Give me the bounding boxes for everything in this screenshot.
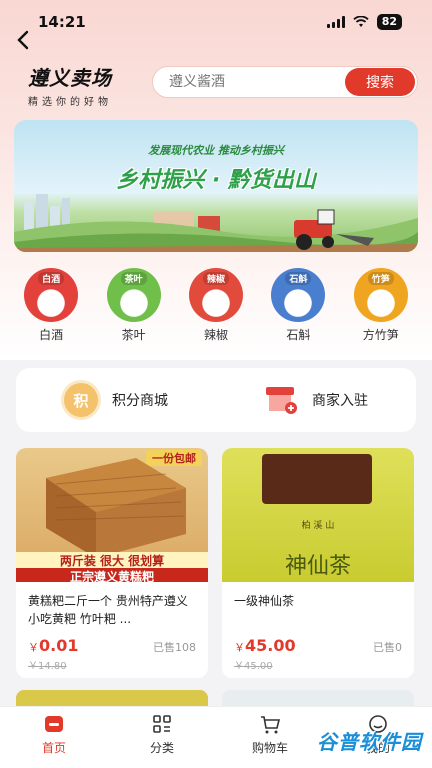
status-bar: 14:21 82 <box>0 0 432 44</box>
category-image: 白酒 <box>24 268 79 322</box>
category-item[interactable]: 茶叶 茶叶 <box>99 268 169 344</box>
category-item[interactable]: 竹笋 方竹笋 <box>346 268 416 344</box>
search-bar: 搜索 <box>152 66 418 98</box>
battery-indicator: 82 <box>376 14 402 30</box>
product-card[interactable]: 一份包邮 两斤装 很大 很划算 正宗遵义黄糕粑 黄糕粑二斤一个 贵州特产遵义小吃… <box>16 448 208 678</box>
image-caption-bottom: 正宗遵义黄糕粑 <box>16 568 208 582</box>
watermark-text: 谷普软件园 <box>317 730 422 754</box>
cart-icon <box>261 716 281 734</box>
quick-links-card: 积 积分商城 商家入驻 <box>16 368 416 432</box>
product-image-tea: 柏 溪 山 神仙茶 <box>222 448 414 582</box>
category-tag: 石斛 <box>285 272 312 285</box>
merchant-join-label: 商家入驻 <box>312 393 368 409</box>
category-label: 茶叶 <box>121 328 146 342</box>
banner-subtitle: 发展现代农业 推动乡村振兴 <box>148 144 284 157</box>
tab-cart-label: 购物车 <box>251 741 288 755</box>
grid-icon <box>153 715 171 733</box>
logo-title: 遵义卖场 <box>28 66 112 90</box>
search-button[interactable]: 搜索 <box>345 68 415 96</box>
wifi-icon <box>353 16 369 27</box>
category-tag: 辣椒 <box>202 272 229 285</box>
category-image: 茶叶 <box>106 268 161 322</box>
category-image: 石斛 <box>271 268 326 322</box>
chevron-left-icon <box>17 30 29 50</box>
banner-title: 乡村振兴 · 黔货出山 <box>116 168 316 193</box>
image-caption-mid: 两斤装 很大 很划算 <box>16 552 208 569</box>
tab-category[interactable]: 分类 <box>108 707 216 768</box>
sold-count: 已售0 <box>373 641 402 654</box>
category-label: 方竹笋 <box>362 328 399 342</box>
points-mall-link[interactable]: 积 积分商城 <box>16 383 216 417</box>
product-price: 45.00 <box>245 636 296 655</box>
signal-icon <box>326 16 345 28</box>
merchant-join-link[interactable]: 商家入驻 <box>216 385 416 415</box>
tab-home-label: 首页 <box>41 741 66 755</box>
points-icon: 积 <box>64 383 98 417</box>
category-image: 辣椒 <box>188 268 243 322</box>
image-product-name: 神仙茶 <box>284 554 351 579</box>
category-row: 白酒 白酒 茶叶 茶叶 辣椒 辣椒 石斛 石斛 竹笋 方竹笋 <box>0 268 432 344</box>
product-title: 黄糕粑二斤一个 贵州特产遵义小吃黄粑 竹叶粑 ... <box>28 594 188 626</box>
category-item[interactable]: 石斛 石斛 <box>263 268 333 344</box>
category-tag: 白酒 <box>38 272 65 285</box>
category-image: 竹笋 <box>353 268 408 322</box>
category-item[interactable]: 辣椒 辣椒 <box>181 268 251 344</box>
product-price: 0.01 <box>39 636 79 655</box>
tab-category-label: 分类 <box>149 741 174 755</box>
logo-subtitle: 精选你的好物 <box>28 97 112 108</box>
category-label: 石斛 <box>286 328 311 342</box>
category-label: 白酒 <box>39 328 64 342</box>
shop-plus-icon <box>266 387 297 414</box>
category-item[interactable]: 白酒 白酒 <box>16 268 86 344</box>
search-input[interactable] <box>169 74 345 90</box>
product-image-cake: 一份包邮 两斤装 很大 很划算 正宗遵义黄糕粑 <box>16 448 208 582</box>
category-label: 辣椒 <box>203 328 228 342</box>
category-tag: 茶叶 <box>120 272 147 285</box>
app-logo: 遵义卖场 精选你的好物 <box>28 62 148 108</box>
tab-home[interactable]: 首页 <box>0 707 108 768</box>
original-price: ￥14.80 <box>28 661 67 672</box>
tab-cart[interactable]: 购物车 <box>216 707 324 768</box>
sold-count: 已售108 <box>153 641 196 654</box>
category-tag: 竹笋 <box>367 272 394 285</box>
promo-banner[interactable]: 发展现代农业 推动乡村振兴 乡村振兴 · 黔货出山 <box>14 120 418 252</box>
original-price: ￥45.00 <box>234 661 273 672</box>
status-time: 14:21 <box>38 13 86 31</box>
points-mall-label: 积分商城 <box>112 393 168 409</box>
product-card[interactable]: 柏 溪 山 神仙茶 一级神仙茶 ￥ 45.00 已售0 ￥45.00 <box>222 448 414 678</box>
image-brand-text: 柏 溪 山 <box>301 521 335 531</box>
price-currency: ￥ <box>234 641 245 654</box>
product-title: 一级神仙茶 <box>234 594 295 608</box>
price-currency: ￥ <box>28 641 39 654</box>
back-button[interactable] <box>16 30 40 54</box>
home-icon <box>45 716 63 732</box>
